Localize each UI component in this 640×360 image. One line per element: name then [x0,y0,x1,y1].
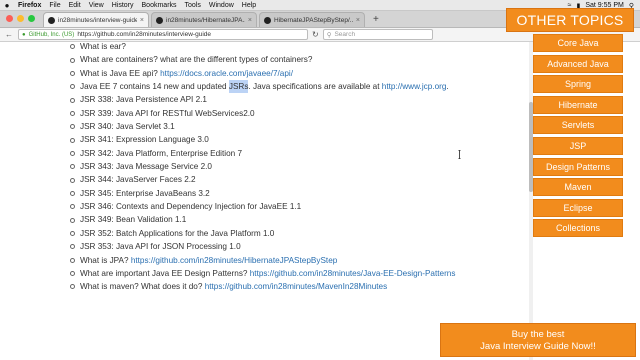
window-controls [0,15,43,27]
list-item: JSR 342: Java Platform, Enterprise Editi… [70,147,455,160]
list-item: JSR 345: Enterprise JavaBeans 3.2 [70,187,455,200]
apple-icon[interactable]: ● [0,1,14,10]
tab-hibernate-jpa[interactable]: in28minutes/HibernateJPA... × [151,12,257,27]
topic-jsp-button[interactable]: JSP [533,136,623,155]
url-bar[interactable]: ● GitHub, Inc. (US) https://github.com/i… [18,29,308,40]
bullet-icon [70,190,75,196]
close-window-icon[interactable] [6,15,13,22]
question-list: What is ear? What are containers? what a… [70,42,455,294]
reload-icon[interactable]: ↻ [312,30,319,39]
menu-bookmarks[interactable]: Bookmarks [138,2,181,9]
bullet-icon [70,257,75,263]
search-input[interactable]: ⚲ Search [322,29,433,40]
list-item: JSR 349: Bean Validation 1.1 [70,213,455,226]
back-button[interactable]: ← [4,30,14,39]
javaee-api-link[interactable]: https://docs.oracle.com/javaee/7/api/ [160,67,293,80]
menu-firefox[interactable]: Firefox [14,2,45,9]
page-content: What is ear? What are containers? what a… [0,42,530,360]
bullet-icon [70,44,75,50]
list-item: Java EE 7 contains 14 new and updated JS… [70,80,455,94]
list-item: What are important Java EE Design Patter… [70,267,455,280]
buy-guide-button[interactable]: Buy the best Java Interview Guide Now!! [440,323,636,357]
search-placeholder: Search [334,31,356,38]
list-item: JSR 339: Java API for RESTful WebService… [70,107,455,120]
bullet-icon [70,124,75,130]
search-icon: ⚲ [326,31,332,39]
topic-eclipse-button[interactable]: Eclipse [533,198,623,217]
list-item: JSR 346: Contexts and Dependency Injecti… [70,200,455,213]
bullet-icon [70,284,75,290]
promo-line-1: Buy the best [511,329,565,340]
lock-icon: ● [22,31,26,38]
tab-label: HibernateJPAStepByStep/... [274,16,353,24]
github-icon [156,16,163,24]
tab-label: in28minutes/HibernateJPA... [166,16,245,24]
promo-line-2: Java Interview Guide Now!! [480,341,596,352]
other-topics-header: OTHER TOPICS [506,8,634,32]
list-item: What is maven? What does it do? https://… [70,280,455,293]
list-item: JSR 341: Expression Language 3.0 [70,133,455,146]
bullet-icon [70,244,75,250]
tab-interview-guide[interactable]: in28minutes/interview-guide × [43,12,149,27]
jpa-link[interactable]: https://github.com/in28minutes/Hibernate… [131,254,337,267]
tab-label: in28minutes/interview-guide [58,16,137,24]
list-item: JSR 340: Java Servlet 3.1 [70,120,455,133]
maven-link[interactable]: https://github.com/in28minutes/MavenIn28… [205,280,388,293]
list-item: JSR 353: Java API for JSON Processing 1.… [70,240,455,253]
list-item: What is ear? [70,42,455,53]
close-tab-icon[interactable]: × [140,17,144,24]
jcp-link[interactable]: http://www.jcp.org [382,80,447,93]
topics-menu: Core Java Advanced Java Spring Hibernate… [533,34,623,240]
minimize-window-icon[interactable] [17,15,24,22]
bullet-icon [70,110,75,116]
menu-history[interactable]: History [108,2,138,9]
github-icon [48,16,55,24]
bullet-icon [70,177,75,183]
list-item: What are containers? what are the differ… [70,53,455,66]
design-patterns-link[interactable]: https://github.com/in28minutes/Java-EE-D… [250,267,456,280]
topic-servlets-button[interactable]: Servlets [533,116,623,135]
menu-window[interactable]: Window [205,2,238,9]
topic-maven-button[interactable]: Maven [533,178,623,197]
zoom-window-icon[interactable] [28,15,35,22]
menu-edit[interactable]: Edit [65,2,85,9]
tab-hibernate-step[interactable]: HibernateJPAStepByStep/... × [259,12,365,27]
list-item: JSR 352: Batch Applications for the Java… [70,227,455,240]
list-item: JSR 343: Java Message Service 2.0 [70,160,455,173]
list-item: JSR 344: JavaServer Faces 2.2 [70,173,455,186]
menu-help[interactable]: Help [238,2,260,9]
bullet-icon [70,230,75,236]
list-item: What is JPA? https://github.com/in28minu… [70,254,455,267]
bullet-icon [70,84,75,90]
bullet-icon [70,204,75,210]
topic-spring-button[interactable]: Spring [533,75,623,94]
bullet-icon [70,150,75,156]
topic-advanced-java-button[interactable]: Advanced Java [533,54,623,73]
url-text: https://github.com/in28minutes/interview… [77,31,211,38]
bullet-icon [70,137,75,143]
selected-text: JSRs [228,80,249,94]
bullet-icon [70,97,75,103]
site-identity: GitHub, Inc. (US) [28,31,75,38]
bullet-icon [70,164,75,170]
menu-tools[interactable]: Tools [181,2,205,9]
menu-view[interactable]: View [85,2,108,9]
topic-collections-button[interactable]: Collections [533,219,623,238]
topic-hibernate-button[interactable]: Hibernate [533,95,623,114]
bullet-icon [70,70,75,76]
close-tab-icon[interactable]: × [248,17,252,24]
bullet-icon [70,271,75,277]
menu-file[interactable]: File [45,2,64,9]
new-tab-button[interactable]: + [367,14,385,27]
close-tab-icon[interactable]: × [356,17,360,24]
bullet-icon [70,57,75,63]
list-item: What is Java EE api? https://docs.oracle… [70,67,455,80]
github-icon [264,16,271,24]
topic-design-patterns-button[interactable]: Design Patterns [533,157,623,176]
bullet-icon [70,217,75,223]
list-item: JSR 338: Java Persistence API 2.1 [70,93,455,106]
text-cursor-icon [458,150,461,159]
topic-core-java-button[interactable]: Core Java [533,34,623,52]
